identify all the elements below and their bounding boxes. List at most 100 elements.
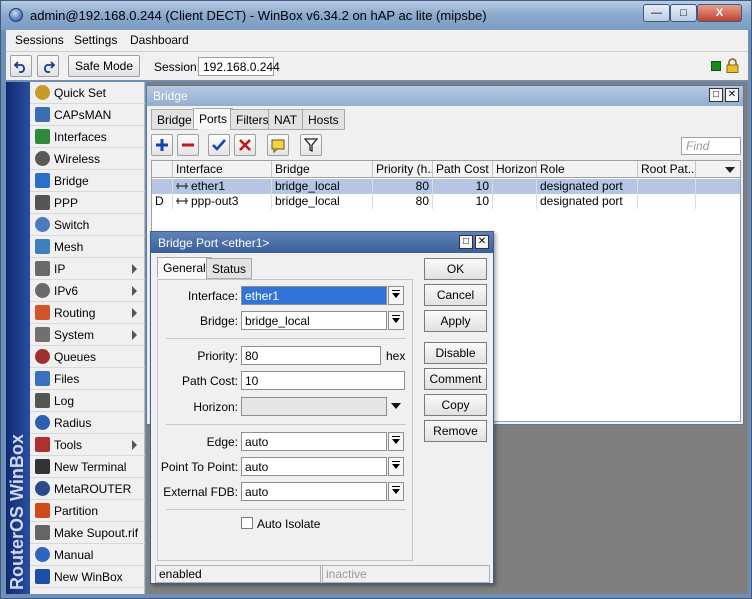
col-flag[interactable] [152,161,173,178]
submenu-arrow-icon [132,264,137,274]
disable-button[interactable]: Disable [424,342,487,364]
external-fdb-dropdown-icon[interactable] [388,482,404,501]
sidebar-item-ppp[interactable]: PPP [30,192,145,214]
maximize-button[interactable]: □ [670,4,697,22]
metarouter-icon [35,481,50,496]
sidebar-item-bridge[interactable]: Bridge [30,170,145,192]
sidebar-item-tools[interactable]: Tools [30,434,145,456]
sidebar-item-log[interactable]: Log [30,390,145,412]
sidebar-item-mesh[interactable]: Mesh [30,236,145,258]
sidebar-item-partition[interactable]: Partition [30,500,145,522]
cell-priority: 80 [373,194,433,209]
sidebar-item-capsman[interactable]: CAPsMAN [30,104,145,126]
menu-sessions[interactable]: Sessions [15,33,64,47]
sidebar-item-new-terminal[interactable]: New Terminal [30,456,145,478]
session-field[interactable]: 192.168.0.244 [198,57,280,76]
sidebar-item-label: IPv6 [54,284,79,298]
column-menu-icon[interactable] [696,161,740,178]
external-fdb-select[interactable]: auto [241,482,387,501]
interface-dropdown-icon[interactable] [388,286,404,305]
tab-hosts[interactable]: Hosts [302,109,345,130]
comment-button[interactable] [267,134,289,156]
enable-button[interactable] [208,134,230,156]
cancel-button[interactable]: Cancel [424,284,487,306]
undo-button[interactable] [10,55,32,77]
horizon-input[interactable] [241,397,387,416]
col-priority[interactable]: Priority (h... [373,161,433,178]
sidebar-item-routing[interactable]: Routing [30,302,145,324]
find-input[interactable]: Find [681,137,741,155]
sidebar-item-queues[interactable]: Queues [30,346,145,368]
radius-icon [35,415,50,430]
col-interface[interactable]: Interface [173,161,272,178]
safe-mode-button[interactable]: Safe Mode [68,55,140,77]
edge-select[interactable]: auto [241,432,387,451]
dialog-maximize-icon[interactable]: □ [459,235,473,249]
disable-button[interactable] [234,134,256,156]
sidebar-item-system[interactable]: System [30,324,145,346]
menu-dashboard[interactable]: Dashboard [130,33,189,47]
sidebar-item-manual[interactable]: Manual [30,544,145,566]
dialog-title-bar[interactable]: Bridge Port <ether1> □ ✕ [151,232,493,253]
close-button[interactable]: X [697,4,742,22]
ip-icon [35,261,50,276]
redo-button[interactable] [37,55,59,77]
tab-general[interactable]: General [157,257,212,278]
edge-dropdown-icon[interactable] [388,432,404,451]
path-cost-input[interactable]: 10 [241,371,405,390]
sidebar-item-wireless[interactable]: Wireless [30,148,145,170]
sidebar-item-interfaces[interactable]: Interfaces [30,126,145,148]
mesh-icon [35,239,50,254]
terminal-icon [35,459,50,474]
bridge-icon [35,173,50,188]
sidebar-item-metarouter[interactable]: MetaROUTER [30,478,145,500]
apply-button[interactable]: Apply [424,310,487,332]
menu-settings[interactable]: Settings [74,33,117,47]
point-to-point-dropdown-icon[interactable] [388,457,404,476]
sidebar-item-files[interactable]: Files [30,368,145,390]
auto-isolate-checkbox[interactable] [241,517,253,529]
bridge-maximize-icon[interactable]: □ [709,88,723,102]
sidebar-item-label: New Terminal [54,460,127,474]
point-to-point-select[interactable]: auto [241,457,387,476]
tab-bridge[interactable]: Bridge [151,109,198,130]
sidebar-item-make-supout-rif[interactable]: Make Supout.rif [30,522,145,544]
sidebar-item-label: IP [54,262,66,276]
tab-nat[interactable]: NAT [268,109,304,130]
minimize-button[interactable]: — [643,4,670,22]
sidebar-item-radius[interactable]: Radius [30,412,145,434]
filter-button[interactable] [300,134,322,156]
col-horizon[interactable]: Horizon [493,161,537,178]
ok-button[interactable]: OK [424,258,487,280]
tab-ports[interactable]: Ports [193,108,234,129]
sidebar-item-ip[interactable]: IP [30,258,145,280]
col-bridge[interactable]: Bridge [272,161,373,178]
sidebar-item-quick-set[interactable]: Quick Set [30,82,145,104]
horizon-dropdown-icon[interactable] [391,402,401,410]
sidebar-item-label: PPP [54,196,79,210]
remove-button[interactable] [177,134,199,156]
sidebar-item-new-winbox[interactable]: New WinBox [30,566,145,588]
interface-select[interactable]: ether1 [241,286,387,305]
remove-button[interactable]: Remove [424,420,487,442]
comment-button[interactable]: Comment [424,368,487,390]
add-button[interactable] [151,134,173,156]
bridge-close-icon[interactable]: ✕ [725,88,739,102]
bridge-select[interactable]: bridge_local [241,311,387,330]
dialog-close-icon[interactable]: ✕ [475,235,489,249]
priority-input[interactable]: 80 [241,346,381,365]
sidebar-item-ipv6[interactable]: IPv6 [30,280,145,302]
bridge-dropdown-icon[interactable] [388,311,404,330]
bridge-window-title-bar[interactable]: Bridge □ ✕ [147,86,743,106]
col-role[interactable]: Role [537,161,638,178]
title-bar[interactable]: admin@192.168.0.244 (Client DECT) - WinB… [1,1,751,30]
sidebar-item-switch[interactable]: Switch [30,214,145,236]
col-path-cost[interactable]: Path Cost [433,161,493,178]
checkmark-icon [212,139,226,151]
table-row[interactable]: Dppp-out3 bridge_local 80 10 designated port [152,194,740,209]
comment-icon [271,139,285,154]
copy-button[interactable]: Copy [424,394,487,416]
tab-status[interactable]: Status [206,258,253,279]
table-row[interactable]: ether1 bridge_local 80 10 designated port [152,179,740,194]
col-root-path[interactable]: Root Pat... [638,161,696,178]
